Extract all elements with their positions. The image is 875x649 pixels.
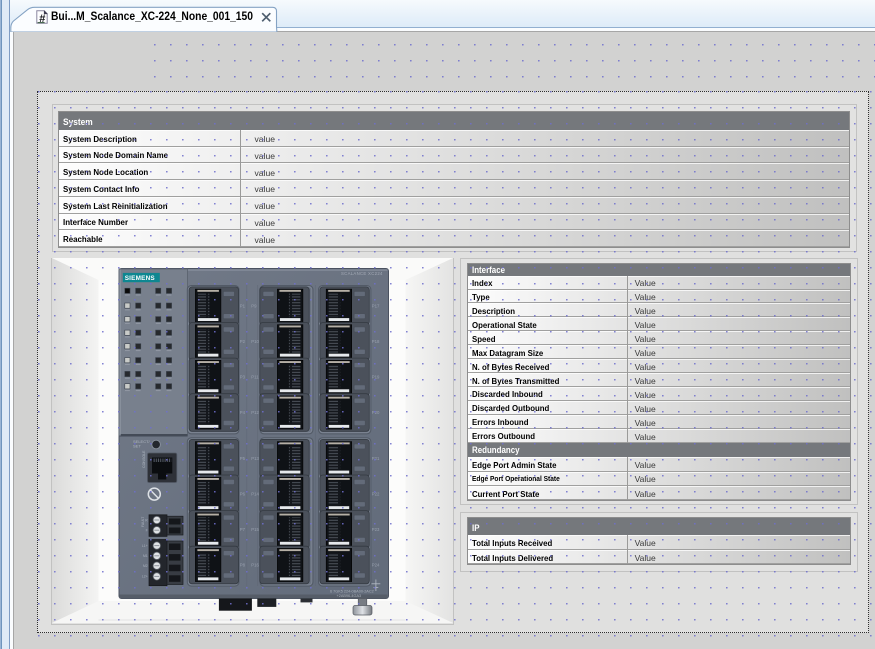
svg-text:P10: P10 [251, 339, 259, 344]
svg-text:F: F [145, 529, 147, 533]
svg-text:P14: P14 [251, 491, 259, 496]
svg-text:P5: P5 [239, 456, 245, 461]
svg-text:P17: P17 [371, 303, 379, 308]
svg-text:L1+: L1+ [141, 544, 147, 548]
svg-text:P3: P3 [239, 375, 245, 380]
svg-text:P4: P4 [239, 410, 245, 415]
svg-text:CONSOLE: CONSOLE [142, 450, 146, 468]
svg-text:+2AB96-4GA3: +2AB96-4GA3 [336, 594, 361, 598]
svg-text:6 7GK5 224-0BA00-2AC2: 6 7GK5 224-0BA00-2AC2 [330, 590, 374, 594]
svg-text:#: # [39, 13, 45, 24]
svg-text:P19: P19 [371, 375, 379, 380]
svg-text:P9: P9 [251, 303, 257, 308]
svg-text:P21: P21 [371, 456, 379, 461]
svg-text:P24: P24 [371, 563, 379, 568]
svg-text:SET: SET [133, 444, 141, 449]
svg-text:P11: P11 [251, 375, 259, 380]
svg-text:P7: P7 [239, 527, 245, 532]
svg-text:M1: M1 [142, 554, 147, 558]
svg-text:P23: P23 [371, 527, 379, 532]
svg-text:P13: P13 [251, 456, 259, 461]
svg-text:P8: P8 [239, 563, 245, 568]
svg-text:L2+: L2+ [141, 575, 147, 579]
svg-text:P1: P1 [239, 303, 245, 308]
svg-text:SCALANCE XC224: SCALANCE XC224 [341, 271, 383, 276]
svg-text:P16: P16 [251, 563, 259, 568]
svg-text:P15: P15 [251, 527, 259, 532]
svg-text:SIEMENS: SIEMENS [124, 275, 155, 282]
svg-text:P18: P18 [371, 339, 379, 344]
svg-text:M2: M2 [142, 564, 147, 568]
svg-text:P6: P6 [239, 491, 245, 496]
svg-text:P12: P12 [251, 410, 259, 415]
svg-text:P20: P20 [371, 410, 379, 415]
svg-text:P22: P22 [371, 491, 379, 496]
svg-text:P2: P2 [239, 339, 245, 344]
